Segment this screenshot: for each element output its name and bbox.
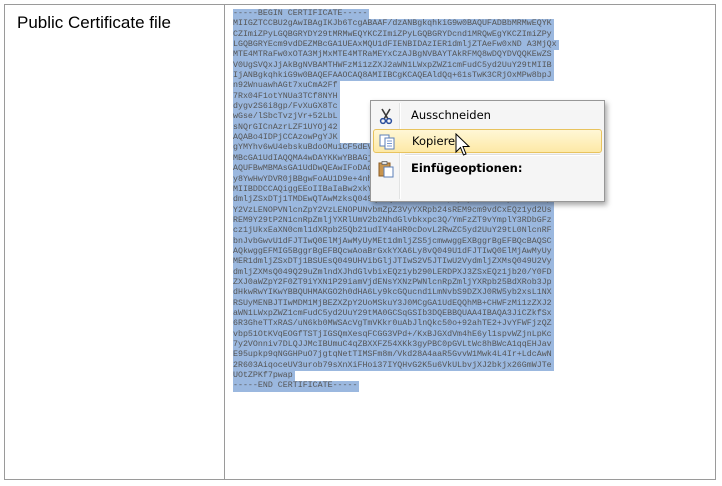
certificate-line: RSUyMENBJTIwMDM1MjBEZXZpY2UoMSkuY3J0MCgG… [233,298,554,309]
certificate-table: Public Certificate file -----BEGIN CERTI… [4,4,716,480]
certificate-line: CZImiZPyLGQBGRYDY29tMRMwEQYKCZImiZPyLGQB… [233,29,554,41]
certificate-line: n92WnuawhAGt7xuCmA2Ff [233,81,340,92]
paste-icon [377,160,395,178]
certificate-line: Y2VzLENOPVNlcnZpY2VzLENOPUNvbmZpZ3VyYXRp… [233,205,554,216]
certificate-line: dHkwRwYIKwYBBQUHMAKGO2h0dHA6Ly9kcGQucnd1… [233,288,554,299]
certificate-line: LGQBGRYEcm9vdDEZMBcGA1UEAxMQU1dFIENBIDAz… [233,40,559,51]
menu-item-cut[interactable]: Ausschneiden [373,104,602,128]
menu-item-label: Ausschneiden [411,108,491,122]
copy-icon [378,133,396,151]
certificate-line: bnJvbGwvU1dFJTIwQ0ElMjAwMyUyMEt1dmljZS5j… [233,236,554,247]
certificate-line: 6R3GheTTxRAS/uN6kb0MWSAcVgTmVKkr0uAbJlnQ… [233,319,554,330]
value-cell[interactable]: -----BEGIN CERTIFICATE----- MIIGZTCCBU2g… [225,5,715,479]
menu-item-copy[interactable]: Kopieren [373,129,602,153]
certificate-line: ZXJ0aWZpY2F0ZT9iYXN1P29iamVjdENsYXNzPWNl… [233,277,554,289]
certificate-line: vbp51OtKVqEOGfTSTjIGSQmXesqFCGG3VPd+/KxB… [233,329,554,340]
certificate-line: 7y2VOnniv7DLQJJMcIBUmuC4qZBXXFZ54XKk3gyP… [233,340,554,351]
menu-item-label: Einfügeoptionen: [411,161,523,175]
certificate-line: UOtZPKf7pwap [233,371,295,382]
certificate-line: wGse/lSbcTvzjVr+52LbL [233,112,340,123]
certificate-line: AQkwggEFMIG5BggrBgEFBQcwAoaBrGxkYXA6Ly8v… [233,246,554,258]
certificate-line: dygv2S6i8gp/FvXuGX8Tc [233,102,340,113]
certificate-line: 2R603AiqoceUV3urob79sXnXiFHoi37IYQHvG2K5… [233,360,554,372]
label-cell: Public Certificate file [5,5,225,479]
certificate-line: MIIGZTCCBU2gAwIBAgIKJb6TcgABAAF/dzANBgkq… [233,19,554,30]
certificate-line: E95upkp9qNGGHPuO7jgtqNetTIMSFm8m/Vkd28A4… [233,350,554,361]
menu-item-paste-options[interactable]: Einfügeoptionen: [373,157,602,181]
certificate-line: aWN1LWxpZWZ1cmFudC5yd2UuY29tMA0GCSqGSIb3… [233,308,554,320]
context-menu: Ausschneiden Kopieren Einfügeoptionen: [370,100,605,202]
certificate-line: REM9Y29tP2N1cnRpZmljYXRlUmV2b2NhdGlvbkxp… [233,215,554,227]
certificate-line: MER1dmljZSxDTj1BSUEsQ049UHVibGljJTIwS2V5… [233,257,554,268]
certificate-line: sNQrGICnAzrLZF1UYOj42 [233,122,340,134]
certificate-line: IjANBgkqhkiG9w0BAQEFAAOCAQ8AMIIBCgKCAQEA… [233,71,554,82]
mouse-cursor-icon [455,133,471,156]
menu-separator [405,154,600,156]
certificate-line: MTE4MTRaFw0xOTA3MjMxMTE4MTRaMEYxCzAJBgNV… [233,50,554,61]
field-label: Public Certificate file [17,13,172,32]
scissors-icon [377,107,395,125]
certificate-line: dmljZXMsQ049Q29uZmlndXJhdGlvbixEQz1yb290… [233,267,554,278]
certificate-line: AQABo4IDPjCCAzowPgYJK [233,133,340,144]
certificate-line: 7Rx04F1otYNUa3TCf8NYH [233,91,340,103]
certificate-line: -----BEGIN CERTIFICATE----- [233,9,370,20]
certificate-line: -----END CERTIFICATE----- [233,381,360,392]
certificate-line: V0UgSVQxJjAkBgNVBAMTHWFzMi1zZXJ2aWN1LWxp… [233,60,554,72]
certificate-line: cz1jUkxEaXN0cml1dXRpb25Qb21udIY4aHR0cDov… [233,226,554,237]
